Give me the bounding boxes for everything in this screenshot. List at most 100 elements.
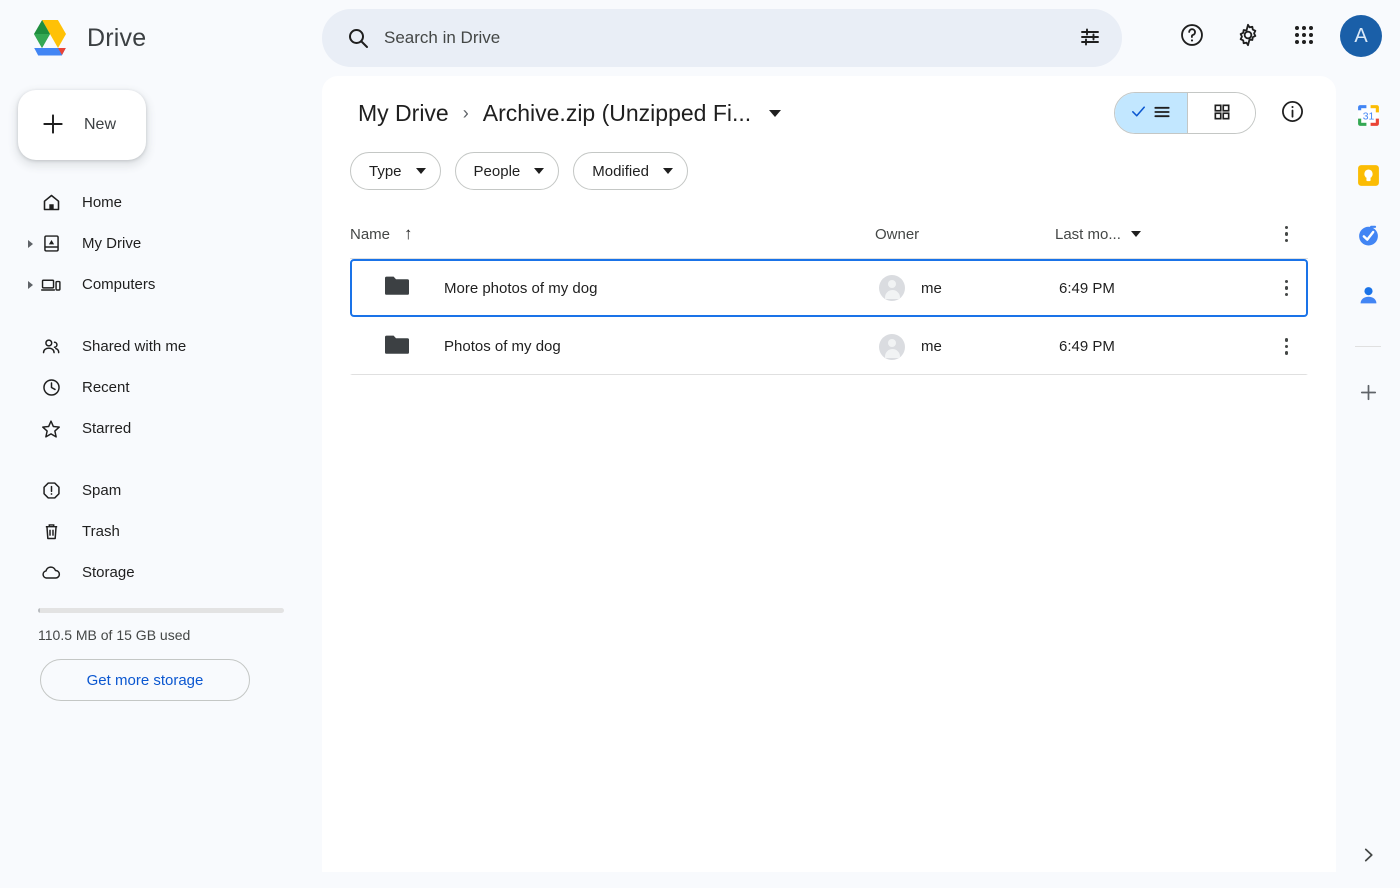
add-shortcut-button[interactable] [1355, 381, 1381, 407]
filter-chip-people[interactable]: People [454, 152, 560, 190]
column-header-name[interactable]: Name ↑ [350, 224, 875, 244]
sidebar-label-spam: Spam [82, 482, 122, 499]
filter-chip-type-label: Type [369, 162, 402, 180]
filter-chip-modified[interactable]: Modified [573, 152, 688, 190]
drive-logo-icon [26, 17, 74, 59]
new-button[interactable]: New [18, 90, 146, 160]
check-icon [1130, 103, 1147, 123]
rail-divider [1355, 346, 1381, 347]
right-side-panel: 31 [1336, 76, 1400, 888]
get-more-storage-button[interactable]: Get more storage [40, 659, 250, 701]
filter-chip-modified-label: Modified [592, 162, 649, 180]
grid-view-button[interactable] [1187, 93, 1255, 133]
settings-button[interactable] [1224, 12, 1272, 60]
file-row-menu[interactable] [1249, 272, 1306, 305]
google-contacts-icon[interactable] [1355, 282, 1381, 308]
google-tasks-icon[interactable] [1355, 222, 1381, 248]
more-vertical-icon[interactable] [1277, 272, 1297, 305]
file-owner-label: me [921, 338, 942, 355]
more-vertical-icon[interactable] [1277, 330, 1297, 363]
file-name-label: More photos of my dog [444, 279, 598, 297]
chevron-down-icon [415, 168, 426, 174]
table-row[interactable]: More photos of my dog me 6:49 PM [350, 259, 1308, 317]
file-name-cell: Photos of my dog [384, 334, 879, 360]
search-bar[interactable] [322, 9, 1122, 67]
apps-grid-icon [1292, 23, 1316, 50]
storage-usage-text: 110.5 MB of 15 GB used [38, 627, 191, 643]
file-table: Name ↑ Owner Last mo... More photos of m… [350, 216, 1308, 375]
file-modified-cell: 6:49 PM [1059, 338, 1115, 355]
folder-icon [384, 275, 410, 301]
view-toggle [1114, 92, 1256, 134]
google-apps-button[interactable] [1280, 12, 1328, 60]
search-input[interactable] [384, 28, 1066, 48]
info-circle-icon [1280, 99, 1305, 127]
column-header-menu[interactable] [1245, 218, 1308, 251]
expand-side-panel-button[interactable] [1358, 846, 1378, 866]
app-title: Drive [87, 23, 147, 52]
google-calendar-icon[interactable]: 31 [1355, 102, 1381, 128]
file-owner-cell: me [879, 333, 1059, 360]
sidebar-item-trash[interactable]: Trash [0, 511, 264, 552]
more-vertical-icon[interactable] [1277, 218, 1297, 251]
sort-ascending-icon: ↑ [404, 224, 413, 243]
sidebar-label-computers: Computers [82, 276, 156, 293]
column-header-owner[interactable]: Owner [875, 226, 1055, 243]
breadcrumb-current[interactable]: Archive.zip (Unzipped Fi... [475, 96, 759, 131]
plus-icon [1357, 381, 1380, 407]
search-icon [346, 26, 370, 50]
sidebar-item-home[interactable]: Home [0, 182, 264, 223]
view-controls [1114, 89, 1336, 137]
owner-avatar-icon [879, 275, 905, 301]
grid-icon [1212, 102, 1232, 125]
google-keep-icon[interactable] [1355, 162, 1381, 188]
sidebar-item-starred[interactable]: Starred [0, 408, 264, 449]
expand-caret-icon[interactable] [28, 280, 33, 289]
file-name-cell: More photos of my dog [384, 275, 879, 301]
sidebar-item-computers[interactable]: Computers [0, 264, 264, 305]
chevron-down-icon [534, 168, 545, 174]
chevron-down-icon[interactable] [769, 109, 782, 117]
column-header-modified[interactable]: Last mo... [1055, 226, 1245, 243]
sidebar-label-storage: Storage [82, 564, 135, 581]
file-row-menu[interactable] [1249, 330, 1306, 363]
expand-caret-icon[interactable] [28, 239, 33, 248]
help-circle-icon [1179, 22, 1205, 51]
chevron-down-icon [1130, 231, 1141, 237]
file-name-label: Photos of my dog [444, 338, 561, 355]
sidebar-item-recent[interactable]: Recent [0, 367, 264, 408]
computers-icon [40, 274, 62, 296]
list-view-button[interactable] [1115, 93, 1187, 133]
folder-icon [384, 334, 410, 360]
help-button[interactable] [1168, 12, 1216, 60]
table-row[interactable]: Photos of my dog me 6:49 PM [350, 317, 1308, 375]
new-button-label: New [84, 116, 117, 133]
drive-app: Drive Search in Drive A New Home My Driv… [0, 0, 1400, 888]
breadcrumb-root[interactable]: My Drive [350, 96, 457, 131]
owner-avatar-icon [879, 333, 905, 360]
filter-chip-type[interactable]: Type [350, 152, 441, 190]
top-right-actions: A [1168, 12, 1382, 60]
file-owner-label: me [921, 279, 942, 297]
sidebar-item-storage[interactable]: Storage [0, 552, 264, 593]
sidebar-item-spam[interactable]: Spam [0, 470, 264, 511]
search-filter-options-button[interactable] [1066, 14, 1114, 62]
cloud-icon [40, 562, 62, 584]
main-header: My Drive › Archive.zip (Unzipped Fi... [322, 76, 1336, 150]
breadcrumb-separator: › [462, 102, 469, 123]
filter-chip-people-label: People [473, 162, 521, 180]
tune-filter-icon [1078, 25, 1102, 52]
sidebar-item-shared-with-me[interactable]: Shared with me [0, 326, 264, 367]
star-icon [40, 418, 62, 440]
sidebar-item-my-drive[interactable]: My Drive [0, 223, 264, 264]
clock-icon [40, 377, 62, 399]
avatar[interactable]: A [1340, 15, 1382, 57]
main-panel: My Drive › Archive.zip (Unzipped Fi... T… [322, 76, 1336, 872]
column-header-name-label: Name [350, 225, 391, 243]
storage-progress-fill [38, 608, 40, 613]
brand[interactable]: Drive [26, 17, 296, 59]
sidebar-nav: Home My Drive Computers Shared with me R… [0, 182, 322, 593]
details-info-button[interactable] [1268, 89, 1316, 137]
left-sidebar: New Home My Drive Computers Shared with … [0, 76, 322, 888]
